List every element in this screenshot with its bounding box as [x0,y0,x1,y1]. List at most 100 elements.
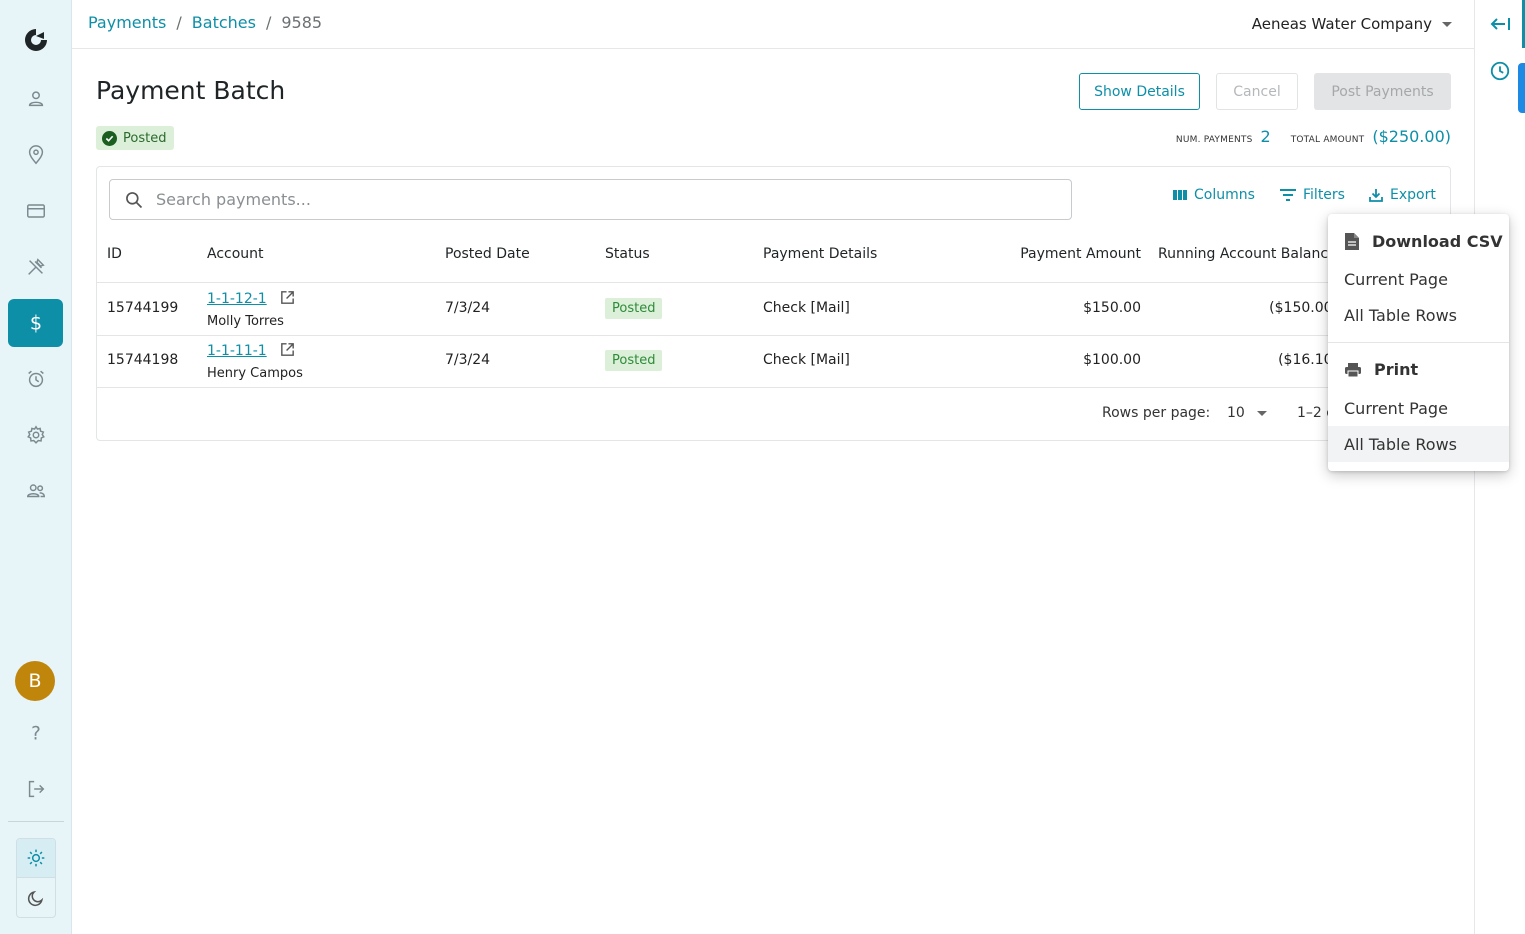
columns-button[interactable]: Columns [1172,187,1255,203]
search-icon [126,191,143,208]
row2-account-name: Henry Campos [207,366,303,381]
logout-icon [28,780,44,798]
nav-tools[interactable] [8,243,63,291]
account-link[interactable]: 1-1-12-1 [207,291,267,307]
download-icon [1369,189,1383,202]
export-menu: Download CSV Current Page All Table Rows… [1328,214,1509,471]
menu-divider [1328,342,1509,343]
moon-icon [27,890,44,906]
show-details-button[interactable]: Show Details [1079,73,1200,110]
row1-account: 1-1-12-1 [207,289,296,307]
rows-per-page-value: 10 [1227,405,1245,421]
filter-icon [1280,189,1296,201]
top-header: Payments / Batches / 9585 Aeneas Water C… [72,0,1474,49]
num-payments-value: 2 [1260,127,1271,146]
status-badge: Posted [96,126,175,150]
row1-balance: ($150.00) [1269,300,1338,316]
open-in-new-icon[interactable] [279,341,296,358]
row2-id: 15744198 [107,352,179,368]
company-name: Aeneas Water Company [1251,15,1432,33]
avatar[interactable]: B [15,661,55,701]
nav-billing[interactable] [8,187,63,235]
row2-status: Posted [605,350,663,371]
row-divider [97,387,1450,388]
nav-locations[interactable] [8,131,63,179]
status-text: Posted [123,130,167,146]
left-nav: $ B ? [0,0,72,934]
dollar-icon: $ [29,312,41,334]
app-logo-icon[interactable] [20,24,52,56]
column-header-payment-details[interactable]: Payment Details [763,246,877,262]
post-payments-button[interactable]: Post Payments [1314,73,1451,110]
column-header-id[interactable]: ID [107,246,122,262]
row1-account-name: Molly Torres [207,314,284,329]
header-divider [97,282,1450,283]
theme-toggle [16,838,56,918]
filters-button[interactable]: Filters [1279,187,1345,203]
nav-payments[interactable]: $ [8,299,63,347]
download-csv-label: Download CSV [1372,232,1503,251]
company-selector[interactable]: Aeneas Water Company [1252,15,1452,33]
csv-current-page[interactable]: Current Page [1328,261,1509,297]
collapse-panel-button[interactable] [1475,0,1525,48]
breadcrumb-payments[interactable]: Payments [88,13,166,32]
row2-posted-date: 7/3/24 [445,352,491,368]
print-heading: Print [1344,360,1418,379]
open-in-new-icon[interactable] [279,289,296,306]
panel-tab[interactable] [1518,63,1525,113]
nav-settings[interactable] [8,411,63,459]
row1-id: 15744199 [107,300,179,316]
breadcrumb-batches[interactable]: Batches [192,13,256,32]
rows-per-page-label: Rows per page: [1102,405,1211,421]
svg-text:$: $ [29,312,41,334]
row1-details: Check [Mail] [763,300,850,316]
row1-status: Posted [605,298,663,319]
chevron-down-icon [1442,21,1452,27]
print-all-rows[interactable]: All Table Rows [1328,426,1509,462]
file-icon [1345,233,1359,250]
breadcrumb-separator: / [176,13,182,32]
filters-label: Filters [1303,187,1345,203]
nav-customers[interactable] [8,75,63,123]
nav-help[interactable]: ? [8,709,63,757]
columns-icon [1173,190,1187,200]
cancel-button[interactable]: Cancel [1216,73,1298,110]
breadcrumb: Payments / Batches / 9585 [88,13,322,32]
row1-amount: $150.00 [1083,300,1141,316]
nav-logout[interactable] [8,765,63,813]
column-header-status[interactable]: Status [605,246,650,262]
gear-icon [26,425,45,444]
download-csv-heading: Download CSV [1344,232,1503,251]
dark-mode-button[interactable] [17,878,55,917]
nav-alarms[interactable] [8,355,63,403]
printer-icon [1345,362,1361,377]
alarm-clock-icon [27,370,44,388]
print-current-page[interactable]: Current Page [1328,390,1509,426]
light-mode-button[interactable] [17,839,55,878]
history-clock-icon[interactable] [1489,60,1511,82]
search-input[interactable] [156,190,1036,209]
status-badge: Posted [605,350,663,371]
column-header-posted-date[interactable]: Posted Date [445,246,530,262]
row2-account: 1-1-11-1 [207,341,296,359]
nav-users[interactable] [8,467,63,515]
csv-all-rows[interactable]: All Table Rows [1328,297,1509,333]
export-button[interactable]: Export [1368,187,1436,203]
app-root: $ B ? Payments / Batches / 9585 Aeneas W… [0,0,1525,934]
rows-per-page-select[interactable]: 10 [1227,405,1267,421]
search-field[interactable] [109,179,1072,220]
export-label: Export [1390,187,1436,203]
person-icon [28,91,43,107]
help-icon: ? [31,723,41,744]
column-header-running-balance[interactable]: Running Account Balance [1158,246,1337,262]
total-amount-value: ($250.00) [1372,127,1451,146]
check-circle-icon [102,130,117,146]
column-header-account[interactable]: Account [207,246,264,262]
column-header-payment-amount[interactable]: Payment Amount [977,246,1141,262]
row2-amount: $100.00 [1083,352,1141,368]
chevron-down-icon [1256,410,1267,416]
sun-icon [27,849,45,867]
arrow-left-bar-icon [1490,18,1510,30]
payments-table-card: Columns Filters Export ID Account Posted… [96,166,1451,441]
account-link[interactable]: 1-1-11-1 [207,343,267,359]
